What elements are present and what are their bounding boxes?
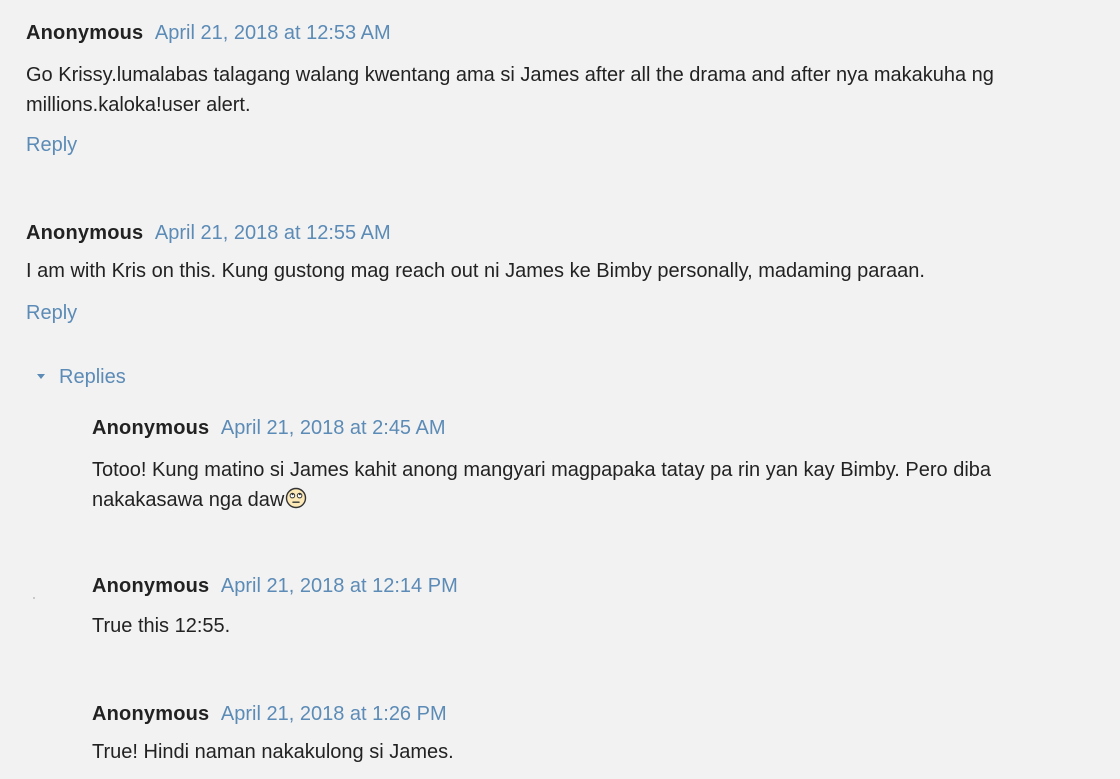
comment-body-text: Totoo! Kung matino si James kahit anong … xyxy=(92,459,992,511)
comment-body: True! Hindi naman nakakulong si James. xyxy=(92,741,454,763)
replies-toggle-label: Replies xyxy=(59,366,126,388)
replies-toggle[interactable]: Replies xyxy=(37,365,126,389)
comment-body: I am with Kris on this. Kung gustong mag… xyxy=(26,260,925,282)
reply-comment: Anonymous April 21, 2018 at 12:14 PM Tru… xyxy=(92,574,1102,641)
reply-comment: Anonymous April 21, 2018 at 1:26 PM True… xyxy=(92,702,1102,767)
comment-header: Anonymous April 21, 2018 at 2:45 AM xyxy=(92,416,1102,440)
comment-header: Anonymous April 21, 2018 at 12:55 AM xyxy=(26,221,1106,245)
comment-author: Anonymous xyxy=(92,703,210,725)
comment: Anonymous April 21, 2018 at 12:53 AM Go … xyxy=(26,21,1106,120)
comment-author: Anonymous xyxy=(92,417,210,439)
comment-timestamp-link[interactable]: April 21, 2018 at 12:53 AM xyxy=(155,22,391,44)
caret-down-icon xyxy=(37,373,45,379)
comment-timestamp-link[interactable]: April 21, 2018 at 1:26 PM xyxy=(221,703,447,725)
reply-comment: Anonymous April 21, 2018 at 2:45 AM Toto… xyxy=(92,416,1102,515)
thread-line-marker xyxy=(33,597,35,599)
comment-header: Anonymous April 21, 2018 at 12:14 PM xyxy=(92,574,1102,598)
rolling-eyes-emoji-icon xyxy=(286,487,307,509)
comment-author: Anonymous xyxy=(26,222,144,244)
reply-button[interactable]: Reply xyxy=(26,133,77,157)
comment-author: Anonymous xyxy=(26,22,144,44)
comment-author: Anonymous xyxy=(92,575,210,597)
reply-button[interactable]: Reply xyxy=(26,301,77,325)
comment-timestamp-link[interactable]: April 21, 2018 at 2:45 AM xyxy=(221,417,446,439)
comments-section: Anonymous April 21, 2018 at 12:53 AM Go … xyxy=(0,0,1120,779)
comment-body: Totoo! Kung matino si James kahit anong … xyxy=(92,455,1102,515)
comment-header: Anonymous April 21, 2018 at 12:53 AM xyxy=(26,21,1106,45)
comment-timestamp-link[interactable]: April 21, 2018 at 12:55 AM xyxy=(155,222,391,244)
comment-body: Go Krissy.lumalabas talagang walang kwen… xyxy=(26,64,994,116)
comment-body: True this 12:55. xyxy=(92,615,231,637)
comment-header: Anonymous April 21, 2018 at 1:26 PM xyxy=(92,702,1102,726)
comment: Anonymous April 21, 2018 at 12:55 AM I a… xyxy=(26,221,1106,286)
comment-timestamp-link[interactable]: April 21, 2018 at 12:14 PM xyxy=(221,575,458,597)
